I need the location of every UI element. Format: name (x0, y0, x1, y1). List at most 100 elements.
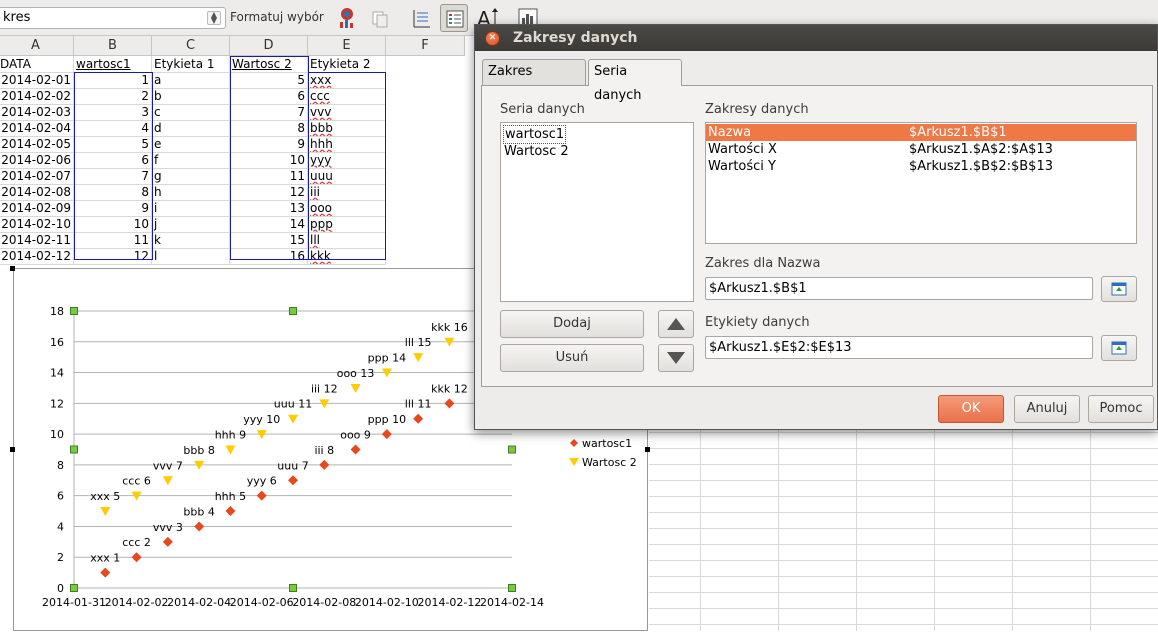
cell[interactable]: b (152, 88, 230, 105)
cell[interactable]: ccc (308, 88, 386, 105)
move-down-button[interactable] (658, 344, 694, 372)
cell[interactable]: kkk (308, 248, 386, 265)
chart-title-icon[interactable] (407, 4, 435, 32)
cell[interactable]: 11 (74, 232, 152, 249)
cell[interactable]: wartosc1 (74, 56, 152, 73)
cell[interactable]: Etykieta 2 (308, 56, 386, 73)
ok-button[interactable]: OK (938, 395, 1004, 423)
cell[interactable]: ooo (308, 200, 386, 217)
range-row-y[interactable]: Wartości Y $Arkusz1.$B$2:$B$13 (706, 158, 1136, 175)
cell[interactable]: 12 (230, 184, 308, 201)
cell[interactable]: 2014-02-01 (0, 72, 74, 89)
cell[interactable]: DATA (0, 56, 74, 73)
cell[interactable]: 2014-02-05 (0, 136, 74, 153)
column-header-c[interactable]: C (152, 36, 230, 56)
range-select-button[interactable] (1101, 276, 1137, 302)
cell[interactable]: 2014-02-11 (0, 232, 74, 249)
cell[interactable]: 10 (74, 216, 152, 233)
cell[interactable]: 8 (74, 184, 152, 201)
cell[interactable]: iii (308, 184, 386, 201)
cell[interactable]: l (152, 248, 230, 265)
cell[interactable]: 2014-02-04 (0, 120, 74, 137)
cell[interactable]: 5 (230, 72, 308, 89)
cell[interactable]: c (152, 104, 230, 121)
dialog-titlebar[interactable]: Zakresy danych (475, 25, 1157, 51)
cell[interactable]: 12 (74, 248, 152, 265)
cell[interactable]: 2014-02-09 (0, 200, 74, 217)
cell[interactable]: 13 (230, 200, 308, 217)
copy-icon[interactable] (366, 4, 394, 32)
series-list[interactable]: wartosc1 Wartosc 2 (500, 122, 694, 302)
cell[interactable]: 2014-02-12 (0, 248, 74, 265)
cell[interactable]: i (152, 200, 230, 217)
series-item-wartosc1[interactable]: wartosc1 (503, 125, 567, 144)
column-header-a[interactable]: A (0, 36, 74, 56)
cell[interactable]: 9 (74, 200, 152, 217)
data-labels-input[interactable]: $Arkusz1.$E$2:$E$13 (705, 336, 1093, 359)
cell[interactable]: ppp (308, 216, 386, 233)
cell[interactable]: 6 (230, 88, 308, 105)
add-series-button[interactable]: Dodaj (500, 310, 644, 338)
cell[interactable]: 6 (74, 152, 152, 169)
cancel-button[interactable]: Anuluj (1014, 395, 1080, 423)
cell[interactable]: 8 (230, 120, 308, 137)
cell[interactable]: 10 (230, 152, 308, 169)
close-icon[interactable]: ✕ (485, 31, 500, 46)
cell[interactable]: 2014-02-06 (0, 152, 74, 169)
column-header-e[interactable]: E (308, 36, 386, 56)
column-header-b[interactable]: B (74, 36, 152, 56)
cell[interactable]: xxx (308, 72, 386, 89)
cell[interactable]: bbb (308, 120, 386, 137)
cell[interactable]: 2014-02-08 (0, 184, 74, 201)
cell[interactable]: g (152, 168, 230, 185)
chart-handle-mr[interactable] (645, 447, 650, 452)
cell[interactable]: 9 (230, 136, 308, 153)
cell[interactable]: 3 (74, 104, 152, 121)
series-item-wartosc2[interactable]: Wartosc 2 (504, 143, 569, 160)
tab-data-series[interactable]: Seria danych (588, 59, 682, 103)
ranges-list[interactable]: Nazwa $Arkusz1.$B$1 Wartości X $Arkusz1.… (705, 122, 1137, 244)
column-header-f[interactable]: F (386, 36, 465, 56)
range-row-x[interactable]: Wartości X $Arkusz1.$A$2:$A$13 (706, 141, 1136, 158)
remove-series-button[interactable]: Usuń (500, 344, 644, 372)
range-for-input[interactable]: $Arkusz1.$B$1 (705, 277, 1093, 300)
cell[interactable]: 2014-02-07 (0, 168, 74, 185)
cell[interactable]: yyy (308, 152, 386, 169)
cell[interactable]: 7 (74, 168, 152, 185)
cell[interactable]: lll (308, 232, 386, 249)
cell[interactable]: uuu (308, 168, 386, 185)
cell[interactable]: d (152, 120, 230, 137)
cell[interactable]: 4 (74, 120, 152, 137)
cell[interactable]: 2014-02-10 (0, 216, 74, 233)
cell[interactable]: k (152, 232, 230, 249)
cell[interactable]: h (152, 184, 230, 201)
legend-icon[interactable] (440, 4, 468, 32)
data-labels-select-button[interactable] (1101, 335, 1137, 361)
range-row-name[interactable]: Nazwa $Arkusz1.$B$1 (706, 124, 1136, 141)
cell[interactable]: a (152, 72, 230, 89)
name-box-dropdown-icon[interactable]: ▲ ▼ (207, 11, 221, 25)
cell[interactable]: j (152, 216, 230, 233)
move-up-button[interactable] (658, 310, 694, 338)
column-header-d[interactable]: D (230, 36, 308, 56)
cell[interactable]: 15 (230, 232, 308, 249)
cell[interactable]: 2014-02-02 (0, 88, 74, 105)
chart-handle-tl[interactable] (10, 266, 15, 271)
cell[interactable]: vvv (308, 104, 386, 121)
cell[interactable]: hhh (308, 136, 386, 153)
cell[interactable]: f (152, 152, 230, 169)
cell[interactable]: 1 (74, 72, 152, 89)
cell[interactable]: 16 (230, 248, 308, 265)
cell[interactable]: 5 (74, 136, 152, 153)
cell[interactable]: Etykieta 1 (152, 56, 230, 73)
chart-handle-ml[interactable] (10, 447, 15, 452)
cell[interactable]: 11 (230, 168, 308, 185)
chart-type-icon[interactable] (333, 4, 361, 32)
name-box[interactable]: kres ▲ ▼ (0, 7, 226, 29)
help-button[interactable]: Pomoc (1088, 395, 1154, 423)
tab-data-range[interactable]: Zakres danych (482, 59, 586, 103)
cell[interactable]: e (152, 136, 230, 153)
cell[interactable]: 2014-02-03 (0, 104, 74, 121)
cell[interactable]: 7 (230, 104, 308, 121)
cell[interactable]: Wartosc 2 (230, 56, 308, 73)
